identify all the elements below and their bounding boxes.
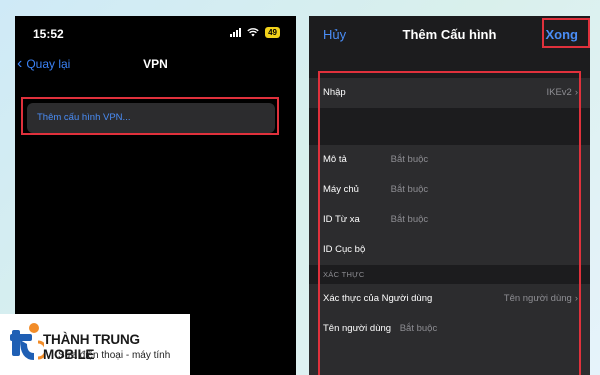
nav-bar: ‹ Quay lại VPN bbox=[15, 54, 296, 78]
status-bar: 15:52 49 bbox=[15, 16, 296, 52]
brand-tagline: Sửa điện thoại - máy tính bbox=[58, 350, 171, 361]
sheet-header: Hủy Thêm Cấu hình Xong bbox=[309, 16, 590, 56]
auth-group: Xác thực của Người dùng Tên người dùng › … bbox=[309, 284, 590, 375]
brand-banner: THÀNH TRUNG MOBILE Sửa điện thoại - máy … bbox=[0, 314, 190, 375]
auth-value: Tên người dùng › bbox=[503, 293, 578, 304]
page-title: VPN bbox=[143, 57, 168, 71]
chevron-right-icon: › bbox=[574, 87, 578, 98]
remote-id-field[interactable]: ID Từ xa Bắt buộc bbox=[309, 205, 590, 235]
chevron-right-icon: › bbox=[574, 293, 578, 304]
fields-group: Mô tả Bắt buộc Máy chủ Bắt buộc ID Từ xa… bbox=[309, 145, 590, 265]
cellular-signal-icon bbox=[230, 28, 242, 37]
wifi-icon bbox=[247, 28, 259, 37]
section-header-authentication: XÁC THỰC bbox=[323, 270, 365, 279]
add-configuration-screen: Hủy Thêm Cấu hình Xong Nhập IKEv2 › Mô tả… bbox=[309, 16, 590, 375]
type-group: Nhập IKEv2 › bbox=[309, 78, 590, 108]
type-value: IKEv2 › bbox=[546, 87, 578, 98]
description-field[interactable]: Mô tả Bắt buộc bbox=[309, 145, 590, 175]
status-time: 15:52 bbox=[33, 27, 64, 41]
local-id-field[interactable]: ID Cục bộ bbox=[309, 235, 590, 265]
server-field[interactable]: Máy chủ Bắt buộc bbox=[309, 175, 590, 205]
add-vpn-configuration-button[interactable]: Thêm cấu hình VPN... bbox=[27, 103, 275, 133]
battery-icon: 49 bbox=[265, 27, 280, 38]
done-button[interactable]: Xong bbox=[546, 27, 579, 42]
type-label: Nhập bbox=[323, 87, 346, 98]
brand-logo bbox=[10, 323, 44, 360]
user-authentication-row[interactable]: Xác thực của Người dùng Tên người dùng › bbox=[309, 284, 590, 314]
auth-label: Xác thực của Người dùng bbox=[323, 293, 433, 304]
type-row[interactable]: Nhập IKEv2 › bbox=[309, 78, 590, 108]
status-icons: 49 bbox=[230, 27, 280, 38]
username-field[interactable]: Tên người dùng Bắt buộc bbox=[309, 314, 590, 344]
